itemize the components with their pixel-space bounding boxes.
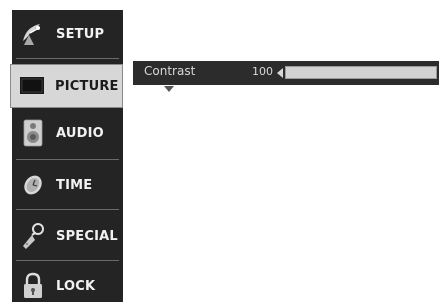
- menu-item-label: TIME: [56, 177, 93, 193]
- menu-item-lock[interactable]: LOCK: [12, 264, 123, 308]
- menu-divider: [16, 159, 119, 160]
- menu-item-setup[interactable]: SETUP: [12, 12, 123, 56]
- menu-item-picture[interactable]: PICTURE: [10, 64, 123, 108]
- menu-divider: [16, 58, 119, 59]
- menu-item-label: LOCK: [56, 278, 96, 294]
- padlock-icon: [20, 272, 46, 300]
- main-menu: SETUP PICTURE AUDIO TIME SPECIAL LOCK: [10, 10, 123, 302]
- menu-item-label: SETUP: [56, 26, 105, 42]
- menu-divider: [16, 260, 119, 261]
- menu-item-audio[interactable]: AUDIO: [12, 111, 123, 155]
- contrast-slider-fill: [286, 67, 436, 78]
- menu-item-time[interactable]: TIME: [12, 163, 123, 207]
- menu-item-label: AUDIO: [56, 125, 104, 141]
- menu-divider: [16, 209, 119, 210]
- speaker-icon: [20, 119, 46, 147]
- menu-item-label: PICTURE: [55, 78, 119, 94]
- chevron-down-icon[interactable]: [164, 86, 174, 92]
- contrast-value: 100: [252, 65, 273, 78]
- menu-item-label: SPECIAL: [56, 228, 118, 244]
- satellite-dish-icon: [20, 20, 46, 48]
- tv-screen-icon: [19, 72, 45, 100]
- key-icon: [20, 222, 46, 250]
- clock-icon: [20, 171, 46, 199]
- menu-item-special[interactable]: SPECIAL: [12, 214, 123, 258]
- slider-left-arrow-icon[interactable]: [277, 68, 283, 78]
- contrast-label: Contrast: [144, 64, 196, 78]
- contrast-slider[interactable]: [285, 66, 437, 79]
- contrast-setting-row[interactable]: Contrast 100: [133, 61, 439, 85]
